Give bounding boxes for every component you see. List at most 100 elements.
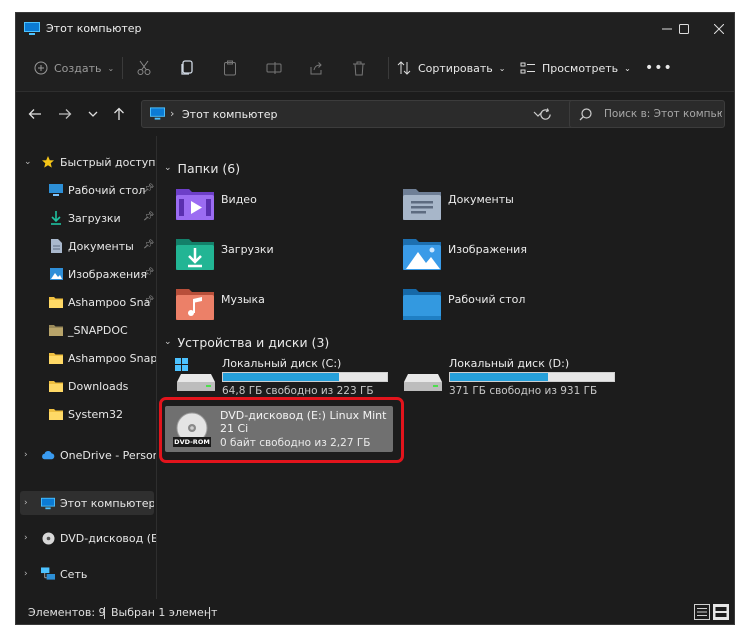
forward-button[interactable] (54, 103, 76, 125)
paste-button[interactable] (223, 55, 237, 81)
downloads-folder-icon (176, 239, 214, 270)
folder-desktop[interactable]: Рабочий стол (402, 284, 622, 328)
pin-icon: 📌︎ (143, 296, 155, 306)
sidebar-item-ashampoo-snap-9[interactable]: Ashampoo Snap 9 (16, 346, 156, 370)
search-input[interactable] (604, 105, 722, 123)
sidebar-item-label: Ashampoo Snap 9 (68, 351, 156, 365)
chevron-right-icon[interactable]: › (24, 533, 28, 543)
recent-locations-button[interactable] (82, 103, 104, 125)
chevron-down-icon: ⌄ (107, 63, 115, 73)
folder-documents[interactable]: Документы (402, 184, 622, 228)
folder-name: Видео (221, 193, 257, 206)
selected-count: Выбран 1 элемент (111, 606, 218, 619)
pin-icon: 📌︎ (143, 184, 155, 194)
sidebar-item-ashampoo-sna[interactable]: Ashampoo Sna 📌︎ (16, 290, 156, 314)
sidebar-item-this-pc[interactable]: › Этот компьютер (20, 491, 154, 515)
refresh-button[interactable] (534, 103, 556, 125)
hard-drive-icon (175, 358, 215, 391)
chevron-right-icon[interactable]: › (24, 569, 28, 579)
sidebar-item-desktop[interactable]: Рабочий стол 📌︎ (16, 178, 156, 202)
status-bar: Элементов: 9 Выбран 1 элемент (16, 599, 734, 624)
drive-free-space: 64,8 ГБ свободно из 223 ГБ (222, 385, 374, 397)
share-icon (310, 62, 322, 75)
drive-usage-bar (449, 372, 615, 382)
sidebar-item-snapdoc[interactable]: _SNAPDOC (16, 318, 156, 342)
share-button[interactable] (309, 55, 323, 81)
arrow-left-icon (28, 109, 41, 119)
back-button[interactable] (24, 103, 46, 125)
folder-name: Документы (448, 193, 514, 206)
sidebar-item-onedrive[interactable]: › OneDrive - Personal (16, 443, 156, 467)
documents-folder-icon (403, 189, 441, 220)
folder-downloads[interactable]: Загрузки (175, 234, 395, 278)
sidebar-item-system32[interactable]: System32 (16, 402, 156, 426)
title-bar[interactable]: Этот компьютер (16, 13, 734, 45)
folders-section-header[interactable]: ⌄ Папки (6) (164, 158, 240, 178)
sidebar-item-label: _SNAPDOC (68, 323, 128, 337)
delete-button[interactable] (352, 55, 366, 81)
sidebar-item-documents[interactable]: Документы 📌︎ (16, 234, 156, 258)
maximize-button[interactable] (666, 13, 702, 45)
computer-icon (24, 22, 40, 35)
folder-name: Изображения (448, 243, 527, 256)
rename-button[interactable] (266, 55, 282, 81)
computer-icon (41, 496, 55, 510)
search-box[interactable] (569, 100, 725, 128)
sidebar-item-label: Этот компьютер (60, 496, 154, 510)
drive-c[interactable]: Локальный диск (C:) 64,8 ГБ свободно из … (175, 354, 395, 398)
tiles-view-icon[interactable] (713, 604, 729, 620)
disc-icon (41, 531, 55, 545)
sidebar-item-pictures[interactable]: Изображения 📌︎ (16, 262, 156, 286)
window-title: Этот компьютер (46, 22, 142, 35)
folder-name: Музыка (221, 293, 265, 306)
up-button[interactable] (108, 103, 130, 125)
download-arrow-icon (49, 211, 63, 225)
sidebar-item-label: Документы (68, 239, 134, 253)
close-button[interactable] (702, 13, 734, 45)
clipboard-icon (224, 60, 236, 76)
command-bar: Создать ⌄ Сортировать ⌄ Просмотреть ⌄ ••… (16, 45, 734, 92)
picture-icon (49, 267, 63, 281)
sidebar-item-label: Ashampoo Sna (68, 295, 151, 309)
drive-free-space: 371 ГБ свободно из 931 ГБ (449, 385, 598, 397)
sidebar-item-label: Рабочий стол (68, 183, 146, 197)
copy-button[interactable] (180, 55, 194, 81)
chevron-right-icon[interactable]: › (24, 450, 28, 460)
desktop-icon (49, 183, 63, 197)
sidebar-item-quick-access[interactable]: ⌄ Быстрый доступ (16, 150, 156, 174)
drive-d[interactable]: Локальный диск (D:) 371 ГБ свободно из 9… (402, 354, 622, 398)
folder-video[interactable]: Видео (175, 184, 395, 228)
sidebar-item-label: DVD-дисковод (E:) L (60, 531, 156, 545)
view-button[interactable]: Просмотреть ⌄ (520, 55, 631, 81)
status-divider (209, 607, 210, 619)
chevron-right-icon[interactable]: › (24, 498, 28, 508)
section-title: Устройства и диски (3) (177, 334, 330, 350)
video-folder-icon (176, 189, 214, 220)
folder-name: Загрузки (221, 243, 274, 256)
more-options-icon[interactable]: ••• (645, 55, 673, 81)
address-bar[interactable]: › Этот компьютер (141, 100, 574, 128)
cut-button[interactable] (137, 55, 151, 81)
details-view-icon[interactable] (694, 604, 710, 620)
copy-icon (181, 60, 193, 75)
navigation-pane: ⌄ Быстрый доступ Рабочий стол 📌︎ Загрузк… (16, 136, 157, 599)
chevron-down-icon[interactable]: ⌄ (24, 157, 32, 167)
rename-icon (266, 62, 282, 74)
folder-icon (49, 295, 63, 309)
sidebar-item-downloads[interactable]: Загрузки 📌︎ (16, 206, 156, 230)
folder-music[interactable]: Музыка (175, 284, 395, 328)
sidebar-item-downloads-folder[interactable]: Downloads (16, 374, 156, 398)
sort-button[interactable]: Сортировать ⌄ (397, 55, 505, 81)
sidebar-item-dvd-drive[interactable]: › DVD-дисковод (E:) L (16, 526, 156, 550)
drive-name: Локальный диск (C:) (222, 357, 342, 370)
folder-icon (49, 323, 63, 337)
sort-icon (397, 61, 411, 75)
sidebar-item-label: Изображения (68, 267, 147, 281)
star-icon (41, 155, 55, 169)
folder-pictures[interactable]: Изображения (402, 234, 622, 278)
devices-section-header[interactable]: ⌄ Устройства и диски (3) (164, 332, 329, 352)
sidebar-item-network[interactable]: › Сеть (16, 562, 156, 586)
chevron-down-icon: ⌄ (498, 63, 506, 73)
drive-usage-fill (223, 373, 340, 381)
create-button[interactable]: Создать ⌄ (34, 55, 114, 81)
